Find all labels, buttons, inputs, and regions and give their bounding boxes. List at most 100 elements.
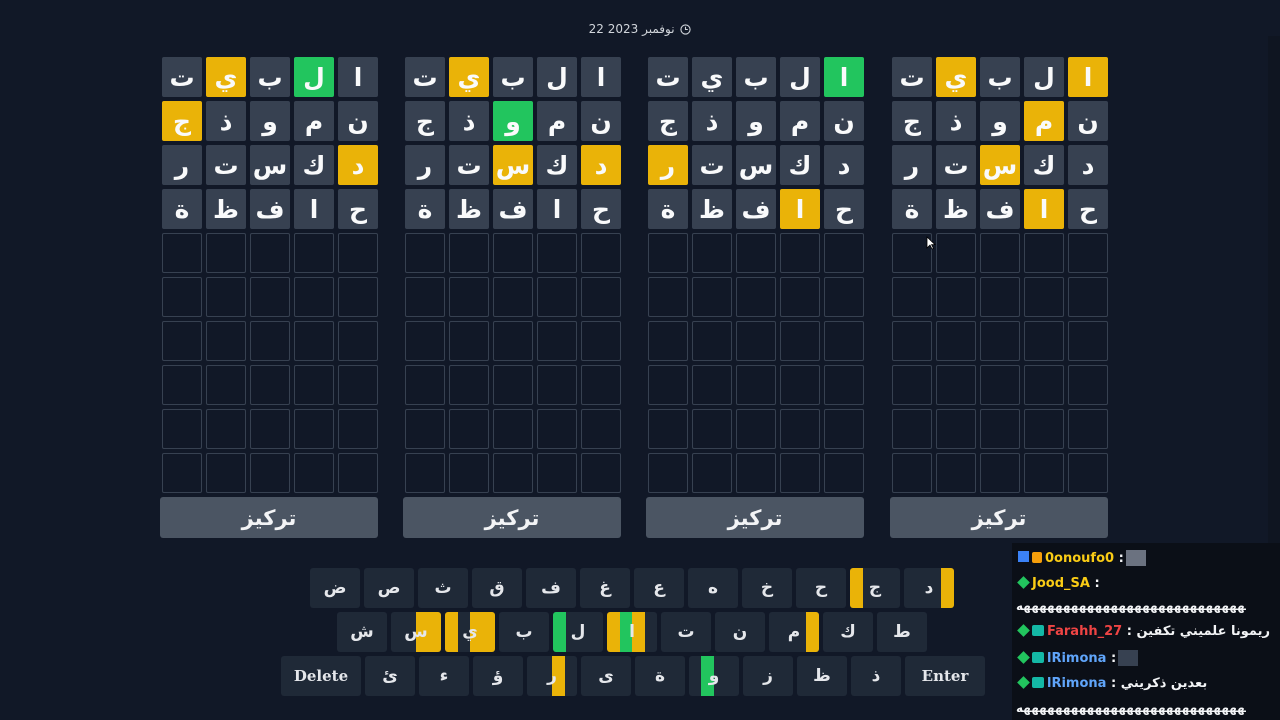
key-ئ[interactable]: ئ	[365, 656, 415, 696]
key-ض[interactable]: ض	[310, 568, 360, 608]
empty-tile	[537, 233, 577, 273]
key-label: ث	[434, 578, 452, 598]
key-label: ق	[489, 578, 505, 598]
key-ة[interactable]: ة	[635, 656, 685, 696]
key-ر[interactable]: ر	[527, 656, 577, 696]
letter-tile: م	[1024, 101, 1064, 141]
scrollbar[interactable]	[1268, 36, 1280, 546]
chat-username: 0onoufo0	[1045, 551, 1115, 566]
key-ذ[interactable]: ذ	[851, 656, 901, 696]
letter-tile: ت	[449, 145, 489, 185]
key-ط[interactable]: ط	[877, 612, 927, 652]
empty-tile	[736, 321, 776, 361]
empty-tile	[892, 409, 932, 449]
letter-tile: ذ	[936, 101, 976, 141]
empty-tile	[537, 365, 577, 405]
letter-tile: د	[824, 145, 864, 185]
board-4-status-mark	[445, 612, 458, 652]
empty-tile	[581, 321, 621, 361]
key-label: ز	[763, 666, 773, 686]
key-ن[interactable]: ن	[715, 612, 765, 652]
chat-username: lRimona	[1047, 651, 1107, 666]
letter-tile: ل	[1024, 57, 1064, 97]
key-ل[interactable]: ل	[553, 612, 603, 652]
key-ء[interactable]: ء	[419, 656, 469, 696]
date-text: 22 نوفمبر 2023	[588, 22, 675, 36]
key-ث[interactable]: ث	[418, 568, 468, 608]
empty-tile	[162, 277, 202, 317]
empty-tile	[692, 409, 732, 449]
empty-tile	[405, 321, 445, 361]
key-ا[interactable]: ا	[607, 612, 657, 652]
empty-tile	[1024, 409, 1064, 449]
empty-tile	[824, 409, 864, 449]
key-ت[interactable]: ت	[661, 612, 711, 652]
key-ه[interactable]: ه	[688, 568, 738, 608]
key-ج[interactable]: ج	[850, 568, 900, 608]
empty-tile	[405, 233, 445, 273]
empty-tile	[493, 453, 533, 493]
focus-button[interactable]: تركيز	[890, 497, 1108, 538]
badge-icon	[1032, 625, 1044, 636]
letter-tile: س	[736, 145, 776, 185]
empty-tile	[780, 365, 820, 405]
letter-tile: ف	[250, 189, 290, 229]
empty-tile	[648, 453, 688, 493]
key-غ[interactable]: غ	[580, 568, 630, 608]
key-ع[interactable]: ع	[634, 568, 684, 608]
key-ف[interactable]: ف	[526, 568, 576, 608]
letter-tile: و	[980, 101, 1020, 141]
key-ؤ[interactable]: ؤ	[473, 656, 523, 696]
key-label: ض	[323, 578, 347, 598]
empty-tile	[338, 409, 378, 449]
key-label: غ	[599, 578, 611, 598]
focus-button[interactable]: تركيز	[160, 497, 378, 538]
key-label: ص	[377, 578, 401, 598]
focus-button[interactable]: تركيز	[403, 497, 621, 538]
letter-tile: ج	[892, 101, 932, 141]
chat-text: :	[1114, 551, 1124, 566]
key-ب[interactable]: ب	[499, 612, 549, 652]
key-و[interactable]: و	[689, 656, 739, 696]
empty-tile	[581, 277, 621, 317]
empty-tile	[162, 365, 202, 405]
empty-tile	[206, 233, 246, 273]
empty-tile	[493, 365, 533, 405]
key-ص[interactable]: ص	[364, 568, 414, 608]
letter-tile: و	[493, 101, 533, 141]
key-ظ[interactable]: ظ	[797, 656, 847, 696]
empty-tile	[162, 453, 202, 493]
key-label: ئ	[382, 666, 398, 686]
key-ش[interactable]: ش	[337, 612, 387, 652]
delete-button[interactable]: Delete	[281, 656, 361, 696]
key-د[interactable]: د	[904, 568, 954, 608]
key-ك[interactable]: ك	[823, 612, 873, 652]
empty-tile	[1024, 453, 1064, 493]
key-label: ى	[598, 666, 614, 686]
letter-tile: ف	[493, 189, 533, 229]
empty-tile	[780, 233, 820, 273]
board-4-status-mark	[850, 568, 863, 608]
letter-tile: م	[294, 101, 334, 141]
enter-button[interactable]: Enter	[905, 656, 985, 696]
key-ي[interactable]: ي	[445, 612, 495, 652]
focus-button[interactable]: تركيز	[646, 497, 864, 538]
key-ز[interactable]: ز	[743, 656, 793, 696]
chat-spam-text: ههههههههههههههههههههههههههههههههههههههه	[1016, 599, 1246, 613]
letter-tile: ح	[1068, 189, 1108, 229]
key-ى[interactable]: ى	[581, 656, 631, 696]
empty-tile	[736, 365, 776, 405]
empty-tile	[449, 453, 489, 493]
empty-tile	[338, 277, 378, 317]
key-ق[interactable]: ق	[472, 568, 522, 608]
key-خ[interactable]: خ	[742, 568, 792, 608]
letter-tile: ذ	[692, 101, 732, 141]
key-م[interactable]: م	[769, 612, 819, 652]
key-س[interactable]: س	[391, 612, 441, 652]
empty-tile	[338, 365, 378, 405]
key-ح[interactable]: ح	[796, 568, 846, 608]
letter-tile: س	[493, 145, 533, 185]
letter-tile: ب	[736, 57, 776, 97]
empty-tile	[892, 453, 932, 493]
key-label: ظ	[813, 666, 831, 686]
